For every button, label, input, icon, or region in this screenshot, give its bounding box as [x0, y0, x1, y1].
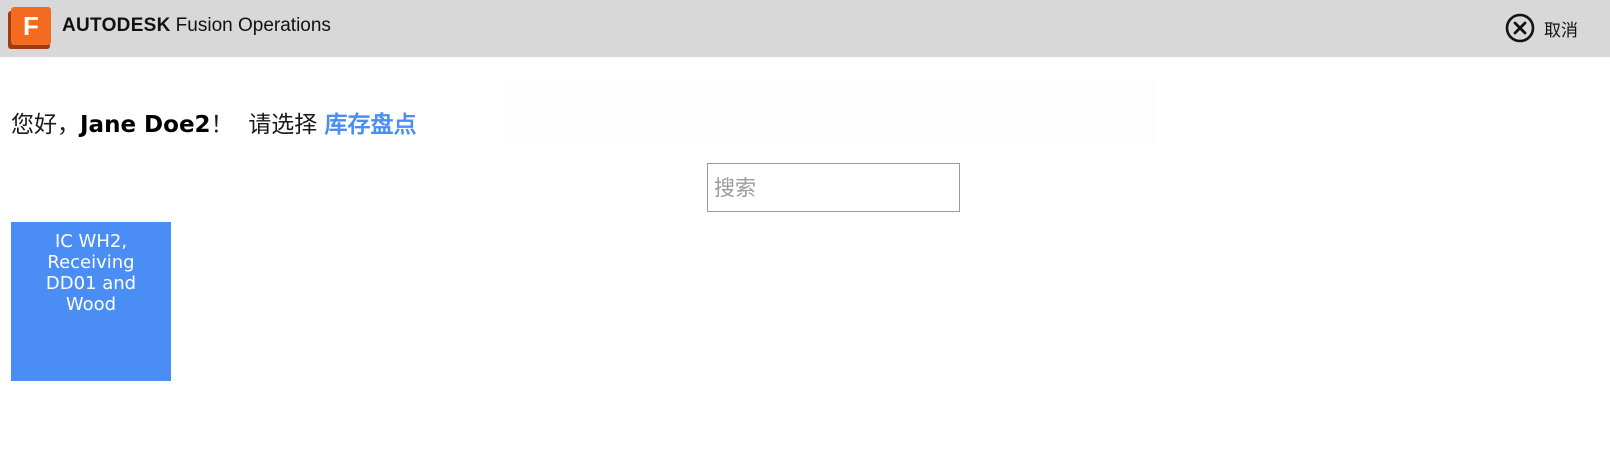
brand-company: AUTODESK	[62, 15, 171, 36]
search-input[interactable]	[707, 163, 960, 212]
location-tile[interactable]: IC WH2, Receiving DD01 and Wood	[11, 222, 171, 381]
app-brand: AUTODESK Fusion Operations	[62, 13, 331, 39]
greeting-exclaim: ！	[210, 112, 234, 138]
top-bar: F AUTODESK Fusion Operations 取消	[0, 0, 1610, 57]
faded-banner	[505, 82, 1155, 142]
location-tile-label: IC WH2, Receiving DD01 and Wood	[45, 231, 137, 315]
close-circle-icon[interactable]	[1505, 13, 1535, 43]
logo-letter: F	[11, 7, 51, 45]
greeting-prompt: 请选择	[248, 112, 325, 138]
brand-product: Fusion Operations	[175, 15, 331, 36]
cancel-label[interactable]: 取消	[1544, 16, 1578, 41]
mode-link-inventory[interactable]: 库存盘点	[325, 112, 417, 138]
greeting-username: Jane Doe2	[80, 112, 211, 138]
greeting-hello: 您好，	[11, 112, 80, 138]
fusion-logo: F	[8, 7, 52, 49]
cancel-button[interactable]: 取消	[1505, 11, 1578, 45]
greeting-line: 您好，Jane Doe2！ 请选择 库存盘点	[11, 109, 417, 141]
